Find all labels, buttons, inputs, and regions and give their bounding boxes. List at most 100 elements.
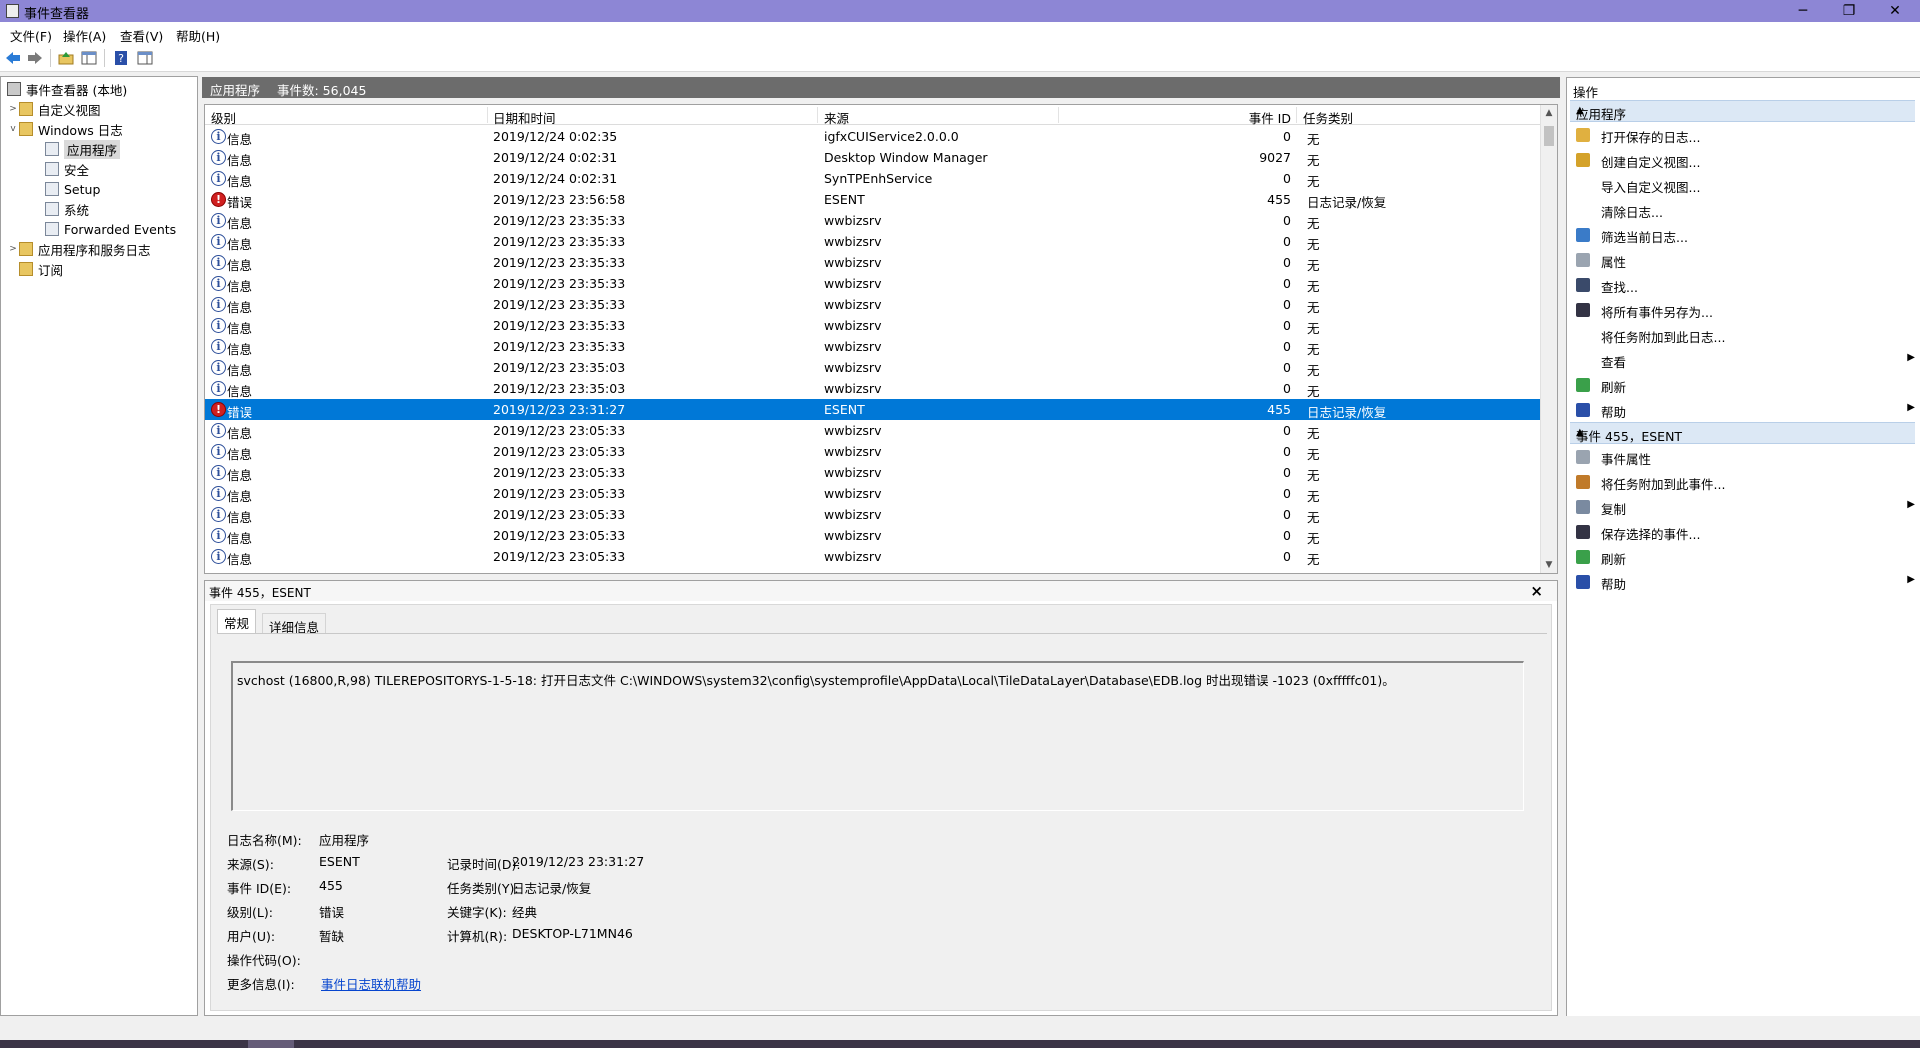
- up-folder-icon[interactable]: [57, 49, 75, 67]
- menu-file[interactable]: 文件(F): [10, 26, 52, 45]
- action-label: 帮助: [1601, 577, 1627, 592]
- table-row[interactable]: i 信息 2019/12/23 23:35:33 wwbizsrv 0 无: [205, 315, 1541, 336]
- table-row[interactable]: i 信息 2019/12/23 23:35:33 wwbizsrv 0 无: [205, 252, 1541, 273]
- action-label: 创建自定义视图...: [1601, 155, 1701, 170]
- collapse-chevron-icon[interactable]: v: [7, 124, 19, 134]
- app-action-9[interactable]: 查看 ▶: [1570, 348, 1915, 372]
- minimize-button[interactable]: ─: [1780, 0, 1826, 22]
- event-action-5[interactable]: 帮助 ▶: [1570, 570, 1915, 594]
- cell-task: 无: [1307, 174, 1320, 189]
- app-action-2[interactable]: 导入自定义视图...: [1570, 173, 1915, 197]
- event-list-scrollbar[interactable]: ▲ ▼: [1540, 105, 1557, 573]
- table-row[interactable]: i 信息 2019/12/23 23:05:33 wwbizsrv 0 无: [205, 483, 1541, 504]
- table-row[interactable]: i 信息 2019/12/24 0:02:35 igfxCUIService2.0.0…: [205, 126, 1541, 147]
- menu-view[interactable]: 查看(V): [120, 26, 163, 45]
- tree-custom-views[interactable]: > 自定义视图: [7, 99, 101, 119]
- app-action-4[interactable]: 筛选当前日志...: [1570, 223, 1915, 247]
- cell-event-id: 0: [1283, 423, 1291, 438]
- table-row[interactable]: i 信息 2019/12/23 23:05:33 wwbizsrv 0 无: [205, 420, 1541, 441]
- event-action-3[interactable]: 保存选择的事件...: [1570, 520, 1915, 544]
- actions-section-application[interactable]: 应用程序 ▲: [1570, 100, 1915, 122]
- cell-source: wwbizsrv: [824, 507, 882, 522]
- table-row[interactable]: i 信息 2019/12/23 23:05:33 wwbizsrv 0 无: [205, 546, 1541, 567]
- maximize-button[interactable]: ❐: [1826, 0, 1872, 22]
- info-icon: i: [211, 381, 226, 396]
- taskbar-app-button[interactable]: [248, 1040, 294, 1048]
- table-row[interactable]: ! 错误 2019/12/23 23:56:58 ESENT 455 日志记录/恢复: [205, 189, 1541, 210]
- tree-root[interactable]: 事件查看器 (本地): [7, 79, 127, 99]
- collapse-caret-icon[interactable]: ▲: [1576, 427, 1909, 438]
- column-task[interactable]: 任务类别: [1303, 108, 1353, 127]
- app-action-8[interactable]: 将任务附加到此日志...: [1570, 323, 1915, 347]
- app-action-3[interactable]: 清除日志...: [1570, 198, 1915, 222]
- column-level[interactable]: 级别: [211, 108, 236, 127]
- forward-arrow-icon[interactable]: [26, 49, 44, 67]
- back-arrow-icon[interactable]: [4, 49, 22, 67]
- action-label: 筛选当前日志...: [1601, 230, 1688, 245]
- table-row[interactable]: i 信息 2019/12/23 23:35:33 wwbizsrv 0 无: [205, 336, 1541, 357]
- actions-section-event[interactable]: 事件 455，ESENT ▲: [1570, 422, 1915, 444]
- menu-action[interactable]: 操作(A): [63, 26, 106, 45]
- tree-subscriptions[interactable]: 订阅: [19, 259, 63, 279]
- tree-log-label: Forwarded Events: [64, 221, 177, 237]
- table-row[interactable]: i 信息 2019/12/23 23:35:03 wwbizsrv 0 无: [205, 378, 1541, 399]
- show-hide-console-tree-icon[interactable]: [80, 49, 98, 67]
- expand-chevron-icon[interactable]: >: [7, 104, 19, 114]
- column-separator[interactable]: [817, 107, 818, 123]
- table-row[interactable]: ! 错误 2019/12/23 23:31:27 ESENT 455 日志记录/恢复: [205, 399, 1541, 420]
- expand-chevron-icon[interactable]: >: [7, 244, 19, 254]
- app-action-5[interactable]: 属性: [1570, 248, 1915, 272]
- column-date[interactable]: 日期和时间: [493, 108, 556, 127]
- event-action-2[interactable]: 复制 ▶: [1570, 495, 1915, 519]
- app-action-11[interactable]: 帮助 ▶: [1570, 398, 1915, 422]
- save-icon: [1576, 303, 1590, 317]
- tree-app-service-logs[interactable]: > 应用程序和服务日志: [7, 239, 151, 259]
- menu-help[interactable]: 帮助(H): [176, 26, 220, 45]
- table-row[interactable]: i 信息 2019/12/23 23:35:33 wwbizsrv 0 无: [205, 294, 1541, 315]
- help-icon[interactable]: ?: [112, 49, 130, 67]
- tree-windows-logs[interactable]: v Windows 日志: [7, 119, 123, 139]
- scroll-down-icon[interactable]: ▼: [1541, 557, 1557, 573]
- app-action-0[interactable]: 打开保存的日志...: [1570, 123, 1915, 147]
- tree-log-forwarded[interactable]: Forwarded Events: [45, 219, 176, 239]
- scroll-up-icon[interactable]: ▲: [1541, 105, 1557, 121]
- table-row[interactable]: i 信息 2019/12/23 23:05:33 wwbizsrv 0 无: [205, 462, 1541, 483]
- tree-log-setup[interactable]: Setup: [45, 179, 100, 199]
- column-separator[interactable]: [1058, 107, 1059, 123]
- table-row[interactable]: i 信息 2019/12/23 23:35:33 wwbizsrv 0 无: [205, 231, 1541, 252]
- column-separator[interactable]: [487, 107, 488, 123]
- table-row[interactable]: i 信息 2019/12/24 0:02:31 SynTPEnhService 0 无: [205, 168, 1541, 189]
- table-row[interactable]: i 信息 2019/12/23 23:05:33 wwbizsrv 0 无: [205, 525, 1541, 546]
- table-row[interactable]: i 信息 2019/12/23 23:35:03 wwbizsrv 0 无: [205, 357, 1541, 378]
- event-action-0[interactable]: 事件属性: [1570, 445, 1915, 469]
- cell-level: 错误: [227, 195, 253, 210]
- show-action-pane-icon[interactable]: [136, 49, 154, 67]
- column-separator[interactable]: [1296, 107, 1297, 123]
- app-action-1[interactable]: 创建自定义视图...: [1570, 148, 1915, 172]
- table-row[interactable]: i 信息 2019/12/23 23:35:33 wwbizsrv 0 无: [205, 273, 1541, 294]
- close-icon[interactable]: ×: [1530, 582, 1543, 600]
- app-action-10[interactable]: 刷新: [1570, 373, 1915, 397]
- table-row[interactable]: i 信息 2019/12/23 23:35:33 wwbizsrv 0 无: [205, 210, 1541, 231]
- event-action-4[interactable]: 刷新: [1570, 545, 1915, 569]
- tree-log-security[interactable]: 安全: [45, 159, 89, 179]
- app-action-7[interactable]: 将所有事件另存为...: [1570, 298, 1915, 322]
- collapse-caret-icon[interactable]: ▲: [1576, 105, 1909, 116]
- tab-details[interactable]: 详细信息: [262, 613, 327, 635]
- tab-general[interactable]: 常规: [217, 609, 257, 633]
- cell-task: 无: [1307, 279, 1320, 294]
- tree-log-application[interactable]: 应用程序: [45, 139, 121, 159]
- column-event-id[interactable]: 事件 ID: [1249, 108, 1291, 127]
- app-action-6[interactable]: 查找...: [1570, 273, 1915, 297]
- table-row[interactable]: i 信息 2019/12/23 23:05:33 wwbizsrv 0 无: [205, 504, 1541, 525]
- table-row[interactable]: i 信息 2019/12/23 23:05:33 wwbizsrv 0 无: [205, 441, 1541, 462]
- table-row[interactable]: i 信息 2019/12/24 0:02:31 Desktop Window Mana…: [205, 147, 1541, 168]
- column-source[interactable]: 来源: [824, 108, 849, 127]
- event-action-1[interactable]: 将任务附加到此事件...: [1570, 470, 1915, 494]
- scrollbar-thumb[interactable]: [1544, 126, 1554, 146]
- event-message-box[interactable]: svchost (16800,R,98) TILEREPOSITORYS-1-5…: [231, 661, 1524, 811]
- tree-log-system[interactable]: 系统: [45, 199, 89, 219]
- online-help-link[interactable]: 事件日志联机帮助: [321, 974, 421, 993]
- close-window-button[interactable]: ✕: [1872, 0, 1918, 22]
- cell-event-id: 9027: [1259, 150, 1291, 165]
